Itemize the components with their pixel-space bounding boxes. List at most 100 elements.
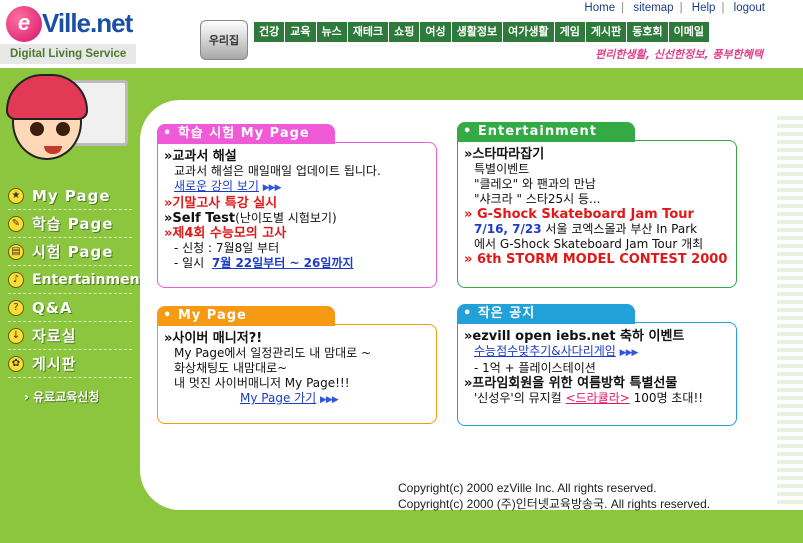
- sidebar-item-exam[interactable]: ▤ 시험 Page: [8, 238, 132, 266]
- main-nav: 건강 교육 뉴스 재테크 쇼핑 여성 생활정보 여가생활 게임 게시판 동호회 …: [254, 22, 710, 42]
- flower-icon: ✿: [8, 355, 24, 372]
- mypage-go-link[interactable]: My Page 가기: [240, 391, 316, 405]
- sidebar-item-library[interactable]: ↓ 자료실: [8, 322, 132, 350]
- nav-news[interactable]: 뉴스: [316, 22, 348, 42]
- copyright-line-2: Copyright(c) 2000 (주)인터넷교육방송국. All right…: [398, 497, 711, 511]
- sidebar-item-label: Q&A: [32, 298, 73, 317]
- copyright: Copyright(c) 2000 ezVille Inc. All right…: [398, 480, 710, 512]
- nav-education[interactable]: 교육: [285, 22, 317, 42]
- logo-text: Ville.net: [42, 8, 133, 38]
- prime-gift-heading: 프라임회원을 위한 여름방학 특별선물: [472, 376, 678, 391]
- title-bullet: •: [463, 306, 478, 321]
- nav-shopping[interactable]: 쇼핑: [389, 22, 421, 42]
- title-bullet: •: [163, 308, 178, 323]
- mypage-box-title-text: My Page: [177, 308, 247, 323]
- top-link-logout[interactable]: logout: [734, 2, 765, 14]
- notice-item-prime-gift[interactable]: »프라임회원을 위한 여름방학 특별선물: [464, 376, 730, 391]
- cyber-manager-label: 사이버 매니저?!: [172, 331, 263, 346]
- musical-invite-row: '신성우'의 뮤지컬 <드라큘라> 100명 초대!!: [464, 391, 730, 406]
- study-item-textbook[interactable]: »교과서 해설: [164, 149, 430, 164]
- dracula-link[interactable]: <드라큘라>: [566, 391, 630, 405]
- notice-box-title: • 작은 공지: [457, 304, 635, 324]
- top-link-sitemap[interactable]: sitemap: [633, 2, 673, 14]
- ent-item-star[interactable]: »스타따라잡기: [464, 147, 730, 162]
- self-test-label: Self Test: [172, 211, 236, 226]
- question-icon: ?: [8, 299, 24, 316]
- book-icon: ▤: [8, 243, 24, 260]
- slogan: 편리한생활, 신선한정보, 풍부한혜택: [595, 48, 763, 61]
- entertainment-box: • Entertainment »스타따라잡기 특별이벤트 "클레오" 와 팬과…: [457, 122, 737, 288]
- mypage-box: • My Page »사이버 매니저?! My Page에서 일정관리도 내 맘…: [157, 306, 439, 424]
- nav-living-info[interactable]: 생활정보: [451, 22, 504, 42]
- mypage-box-title: • My Page: [157, 306, 335, 326]
- site-logo[interactable]: e Ville.net: [6, 6, 136, 42]
- study-item-self-test[interactable]: »Self Test(난이도별 시험보기): [164, 211, 430, 226]
- date-label: - 일시: [174, 256, 205, 270]
- nav-board[interactable]: 게시판: [585, 22, 628, 42]
- top-link-home[interactable]: Home: [584, 2, 615, 14]
- nav-women[interactable]: 여성: [420, 22, 452, 42]
- new-lecture-link[interactable]: 새로운 강의 보기: [174, 179, 259, 193]
- mypage-box-body: »사이버 매니저?! My Page에서 일정관리도 내 맘대로 ~ 화상채팅도…: [157, 324, 437, 424]
- mypage-line-1: My Page에서 일정관리도 내 맘대로 ~: [174, 346, 372, 360]
- nav-leisure[interactable]: 여가생활: [503, 22, 555, 42]
- pencil-icon: ✎: [8, 215, 24, 232]
- copyright-line-1: Copyright(c) 2000 ezVille Inc. All right…: [398, 481, 657, 495]
- sidebar-item-label: 자료실: [32, 327, 77, 345]
- arrow-icon: ›: [24, 390, 29, 404]
- study-item-final-exam[interactable]: »기말고사 특강 실시: [164, 196, 430, 211]
- nav-health[interactable]: 건강: [254, 22, 286, 42]
- study-box-title-text: 학습 시험 My Page: [177, 126, 310, 141]
- mock-exam-date-row: - 일시 7월 22일부터 ~ 26일까지: [164, 256, 430, 271]
- nav-game[interactable]: 게임: [554, 22, 586, 42]
- gshock-heading: G-Shock Skateboard Jam Tour: [476, 207, 694, 222]
- textbook-heading: 교과서 해설: [172, 149, 237, 164]
- paid-education-apply-link[interactable]: › 유료교육신청: [24, 388, 99, 405]
- star-line-2: "클레오" 와 팬과의 만남: [474, 177, 596, 191]
- event-prize: - 1억 + 플레이스테이션: [474, 361, 596, 375]
- sidebar-item-qna[interactable]: ? Q&A: [8, 294, 132, 322]
- download-icon: ↓: [8, 327, 24, 344]
- sidebar-item-mypage[interactable]: ★ My Page: [8, 182, 132, 210]
- nav-email[interactable]: 이메일: [668, 22, 710, 42]
- study-item-mock-exam[interactable]: »제4회 수능모의 고사: [164, 226, 430, 241]
- musical-post: 100명 초대!!: [629, 391, 704, 405]
- tagline: Digital Living Service: [0, 44, 136, 64]
- title-bullet: •: [163, 126, 178, 141]
- star-heading: 스타따라잡기: [472, 147, 545, 162]
- study-exam-box: • 학습 시험 My Page »교과서 해설 교과서 해설은 매일매일 업데이…: [157, 124, 439, 288]
- apply-link-label: 유료교육신청: [33, 390, 100, 404]
- link-separator: |: [679, 2, 683, 14]
- sidebar-item-board[interactable]: ✿ 게시판: [8, 350, 132, 378]
- ent-item-gshock[interactable]: » G-Shock Skateboard Jam Tour: [464, 207, 730, 222]
- notice-box-body: »ezvill open iebs.net 축하 이벤트 수능점수맞추기&사다리…: [457, 322, 737, 426]
- star-icon: ★: [8, 187, 24, 204]
- mock-exam-date[interactable]: 7월 22일부터 ~ 26일까지: [212, 256, 354, 270]
- top-link-help[interactable]: Help: [692, 2, 716, 14]
- home-button[interactable]: 우리집: [200, 20, 248, 60]
- score-ladder-game-link[interactable]: 수능점수맞추기&사다리게임: [474, 344, 616, 358]
- notice-item-event[interactable]: »ezvill open iebs.net 축하 이벤트: [464, 329, 730, 344]
- nav-club[interactable]: 동호회: [627, 22, 669, 42]
- mock-exam-apply: - 신청 : 7월8일 부터: [174, 241, 280, 255]
- sidebar-item-study[interactable]: ✎ 학습 Page: [8, 210, 132, 238]
- top-links: Home | sitemap | Help | logout: [584, 2, 765, 14]
- study-box-body: »교과서 해설 교과서 해설은 매일매일 업데이트 됩니다. 새로운 강의 보기…: [157, 142, 437, 288]
- mypage-line-3: 내 멋진 사이버매니저 My Page!!!: [174, 376, 350, 390]
- link-separator: |: [721, 2, 725, 14]
- event-link-row: 수능점수맞추기&사다리게임 ▶▶▶: [464, 344, 730, 361]
- sidebar-item-entertainment[interactable]: ♪ Entertainment: [8, 266, 146, 294]
- nav-finance[interactable]: 재테크: [347, 22, 390, 42]
- notice-box-title-text: 작은 공지: [477, 306, 536, 321]
- triple-arrow-icon: ▶▶▶: [619, 348, 639, 358]
- sidebar-item-label: Entertainment: [32, 271, 147, 288]
- logo-e-mark: e: [6, 6, 42, 42]
- gshock-venue: 서울 코엑스몰과 부산 In Park: [541, 222, 698, 236]
- mock-exam-label: 제4회 수능모의 고사: [172, 226, 287, 241]
- decorative-strip: [777, 116, 803, 508]
- cyber-manager-heading[interactable]: »사이버 매니저?!: [164, 331, 430, 346]
- sidebar-item-label: 게시판: [32, 355, 77, 373]
- ent-item-storm[interactable]: » 6th STORM MODEL CONTEST 2000: [464, 252, 730, 267]
- sidebar-item-label: 시험 Page: [32, 243, 114, 261]
- notice-box: • 작은 공지 »ezvill open iebs.net 축하 이벤트 수능점…: [457, 304, 737, 426]
